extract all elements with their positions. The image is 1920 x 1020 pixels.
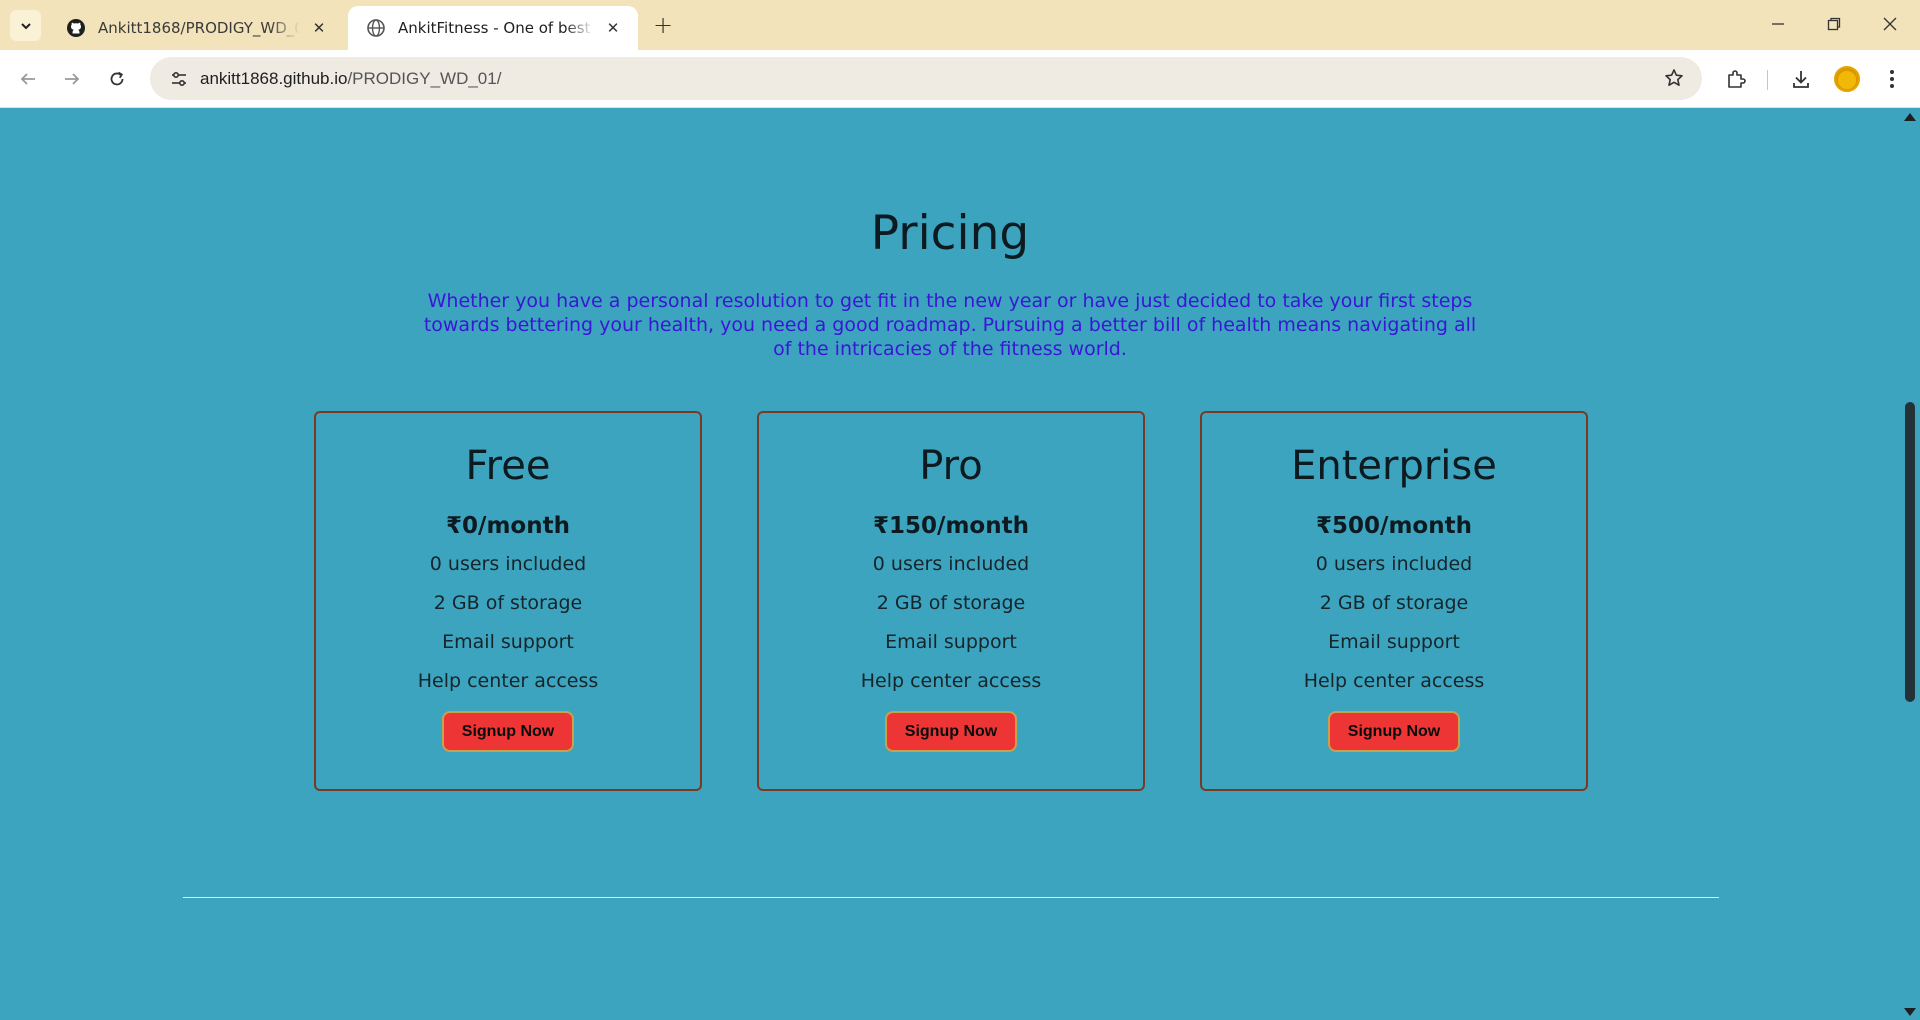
plan-feature: 2 GB of storage bbox=[433, 592, 583, 614]
pricing-card-free: Free ₹0/month 0 users included 2 GB of s… bbox=[314, 411, 702, 791]
chevron-down-icon bbox=[20, 22, 31, 29]
pricing-card-enterprise: Enterprise ₹500/month 0 users included 2… bbox=[1200, 411, 1588, 791]
toolbar-separator bbox=[1767, 70, 1768, 90]
plan-feature: 0 users included bbox=[429, 553, 587, 575]
scroll-thumb[interactable] bbox=[1905, 402, 1915, 702]
url-path: /PRODIGY_WD_01/ bbox=[347, 68, 502, 88]
avatar bbox=[1834, 66, 1860, 92]
pricing-description: Whether you have a personal resolution t… bbox=[423, 290, 1477, 360]
close-window-icon[interactable] bbox=[1870, 8, 1910, 40]
download-icon[interactable] bbox=[1785, 63, 1817, 95]
url-text: ankitt1868.github.io/PRODIGY_WD_01/ bbox=[200, 69, 501, 89]
extensions-icon[interactable] bbox=[1720, 63, 1752, 95]
vertical-scrollbar[interactable] bbox=[1900, 109, 1920, 1020]
close-icon[interactable]: ✕ bbox=[308, 17, 330, 39]
plan-feature: 0 users included bbox=[1315, 553, 1473, 575]
plan-feature: Email support bbox=[442, 631, 574, 653]
back-arrow-icon[interactable] bbox=[12, 63, 44, 95]
tab-title: AnkitFitness - One of best fitness bbox=[398, 19, 594, 37]
globe-icon bbox=[366, 18, 386, 38]
plan-feature: Email support bbox=[885, 631, 1017, 653]
plan-name: Free bbox=[465, 443, 551, 489]
minimize-icon[interactable] bbox=[1758, 8, 1798, 40]
url-host: ankitt1868.github.io bbox=[200, 68, 348, 88]
bookmark-star-icon[interactable] bbox=[1664, 68, 1684, 92]
plan-feature: 2 GB of storage bbox=[876, 592, 1026, 614]
new-tab-button[interactable]: + bbox=[650, 11, 676, 39]
tab-strip: Ankitt1868/PRODIGY_WD_01: It ✕ AnkitFitn… bbox=[0, 0, 1920, 50]
plan-name: Pro bbox=[919, 443, 983, 489]
browser-toolbar: ankitt1868.github.io/PRODIGY_WD_01/ bbox=[0, 50, 1920, 108]
signup-button-enterprise[interactable]: Signup Now bbox=[1328, 711, 1460, 752]
tab-ankitfitness[interactable]: AnkitFitness - One of best fitness ✕ bbox=[348, 6, 638, 50]
signup-button-pro[interactable]: Signup Now bbox=[885, 711, 1017, 752]
plan-feature: Help center access bbox=[1303, 670, 1485, 692]
site-info-icon[interactable] bbox=[158, 69, 200, 89]
page-viewport: Pricing Whether you have a personal reso… bbox=[0, 109, 1900, 1020]
reload-icon[interactable] bbox=[101, 63, 133, 95]
plan-feature: Help center access bbox=[860, 670, 1042, 692]
section-divider bbox=[183, 897, 1719, 898]
tab-title: Ankitt1868/PRODIGY_WD_01: It bbox=[98, 19, 300, 37]
pricing-title: Pricing bbox=[870, 206, 1030, 261]
profile-avatar[interactable] bbox=[1831, 63, 1863, 95]
plan-price: ₹0/month bbox=[446, 513, 570, 539]
more-menu-icon[interactable] bbox=[1876, 63, 1908, 95]
scroll-up-arrow-icon[interactable] bbox=[1904, 113, 1916, 121]
pricing-card-pro: Pro ₹150/month 0 users included 2 GB of … bbox=[757, 411, 1145, 791]
plan-name: Enterprise bbox=[1291, 443, 1497, 489]
restore-icon[interactable] bbox=[1814, 8, 1854, 40]
close-icon[interactable]: ✕ bbox=[602, 17, 624, 39]
scroll-down-arrow-icon[interactable] bbox=[1904, 1008, 1916, 1016]
address-bar[interactable]: ankitt1868.github.io/PRODIGY_WD_01/ bbox=[150, 57, 1702, 100]
github-icon bbox=[66, 18, 86, 38]
tab-search-button[interactable] bbox=[10, 10, 41, 41]
plan-feature: Help center access bbox=[417, 670, 599, 692]
plan-feature: Email support bbox=[1328, 631, 1460, 653]
signup-button-free[interactable]: Signup Now bbox=[442, 711, 574, 752]
tab-github[interactable]: Ankitt1868/PRODIGY_WD_01: It ✕ bbox=[48, 6, 344, 50]
forward-arrow-icon[interactable] bbox=[56, 63, 88, 95]
plan-feature: 0 users included bbox=[872, 553, 1030, 575]
plan-feature: 2 GB of storage bbox=[1319, 592, 1469, 614]
plan-price: ₹150/month bbox=[873, 513, 1029, 539]
plan-price: ₹500/month bbox=[1316, 513, 1472, 539]
